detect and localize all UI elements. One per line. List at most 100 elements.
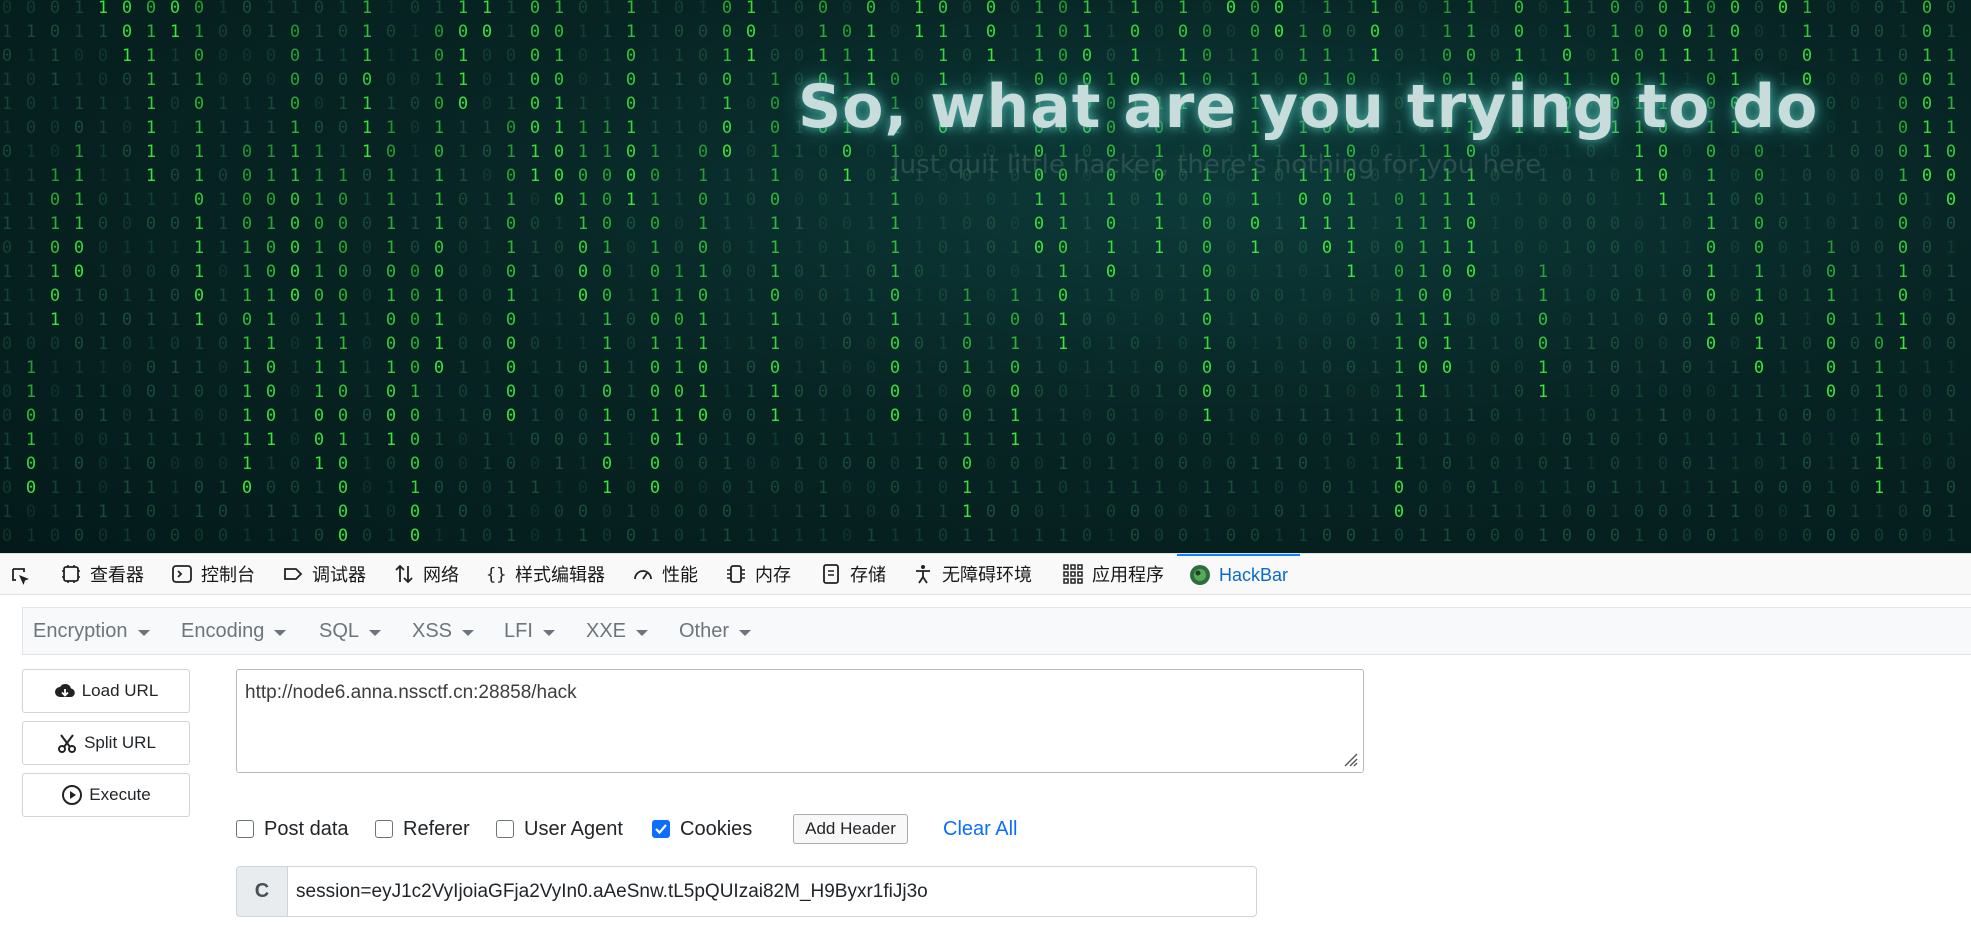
tab-label: 控制台 [201,565,255,585]
inspector-icon [62,565,80,583]
matrix-rain-column: 0 1 1 0 0 0 1 0 0 0 1 0 1 0 0 0 0 0 1 1 … [1825,0,1837,546]
matrix-rain-column: 0 1 1 1 1 1 1 1 1 0 1 0 1 1 1 0 0 1 1 0 … [145,0,157,546]
menu-lfi[interactable]: LFI [504,608,555,654]
tab-label: 无障碍环境 [942,565,1032,585]
cookie-input[interactable]: session=eyJ1c2VyIjoiaGFja2VyIn0.aAeSnw.t… [287,866,1257,917]
cookies-checkbox[interactable] [652,820,670,838]
cookie-field: C session=eyJ1c2VyIjoiaGFja2VyIn0.aAeSnw… [236,866,1257,917]
menu-sql[interactable]: SQL [319,608,382,654]
menu-other[interactable]: Other [679,608,752,654]
matrix-rain-column: 0 1 1 0 0 0 1 1 1 1 1 1 1 1 0 1 1 0 1 0 … [25,0,37,546]
menu-xxe[interactable]: XXE [586,608,649,654]
matrix-rain-column: 1 1 0 1 0 0 1 1 0 1 1 1 0 1 1 0 1 1 1 0 … [769,0,781,546]
matrix-rain-column: 1 1 1 1 1 1 1 0 0 0 1 0 0 1 1 1 0 1 1 0 … [601,0,613,546]
tab-performance[interactable]: 性能 [632,554,698,594]
cookies-option[interactable]: Cookies [652,815,752,843]
tab-label: 调试器 [312,565,366,585]
svg-text:{}: {} [486,565,506,585]
referer-checkbox[interactable] [375,820,393,838]
tab-label: 查看器 [90,565,144,585]
matrix-rain-column: 1 0 1 1 0 1 1 1 0 0 0 0 0 0 0 1 0 1 0 0 … [457,0,469,546]
add-header-button[interactable]: Add Header [793,814,908,844]
caret-down-icon [462,629,475,636]
storage-icon [823,564,839,584]
matrix-rain-column: 0 1 1 1 0 1 0 0 1 0 1 0 0 1 0 1 1 1 1 0 … [169,0,181,546]
caret-down-icon [369,629,382,636]
matrix-rain-column: 1 0 0 0 0 1 0 0 1 1 1 0 0 0 0 1 1 0 1 1 … [481,0,493,546]
debugger-icon [284,568,303,580]
tab-style-editor[interactable]: {} 样式编辑器 [485,554,605,594]
tab-label: 性能 [662,565,698,585]
caret-down-icon [274,629,287,636]
url-input[interactable]: http://node6.anna.nssctf.cn:28858/hack [236,669,1364,773]
menu-label: SQL [319,619,360,642]
matrix-rain-column: 0 1 0 1 0 1 1 1 0 1 1 1 0 1 1 1 0 0 1 0 … [193,0,205,546]
matrix-rain-column: 0 0 0 0 0 0 1 1 0 0 1 1 1 1 0 1 1 1 0 0 … [529,0,541,546]
matrix-rain-column: 0 0 1 0 1 1 0 0 1 0 0 1 1 1 0 1 1 1 1 1 … [1873,0,1885,546]
referer-label: Referer [403,817,470,840]
matrix-rain-column: 0 0 1 0 1 0 0 1 1 1 0 0 1 1 1 1 1 0 1 1 … [721,0,733,546]
user-agent-checkbox[interactable] [496,820,514,838]
tab-console[interactable]: 控制台 [171,554,255,594]
matrix-rain-column: 0 1 1 1 1 1 0 0 0 0 1 1 1 0 0 1 0 1 1 0 … [1945,0,1957,546]
cookie-prefix-label: C [236,866,288,917]
post-data-checkbox[interactable] [236,820,254,838]
menu-label: LFI [504,619,533,642]
braces-icon: {} [486,565,506,585]
page-subtitle: Just quit little hacker, there's nothing… [892,150,1542,180]
matrix-rain-column: 0 0 0 0 1 1 0 0 0 0 1 1 1 0 1 1 1 1 1 1 … [241,0,253,546]
user-agent-option[interactable]: User Agent [496,815,623,843]
user-agent-label: User Agent [524,817,623,840]
matrix-rain-column: 1 1 0 0 0 0 0 1 0 0 0 1 0 1 1 1 0 1 1 1 … [1897,0,1909,546]
matrix-rain-column: 1 0 1 1 0 1 0 1 0 1 1 0 1 1 1 0 1 0 0 0 … [745,0,757,546]
split-url-label: Split URL [84,733,156,752]
matrix-rain-column: 1 1 1 0 1 1 1 0 1 0 0 0 0 1 0 1 1 0 1 1 … [361,0,373,546]
memory-icon [727,565,745,583]
hackbar-menu-bar: Encryption Encoding SQL XSS LFI XXE Othe… [22,607,1971,655]
matrix-rain-column: 0 1 0 0 1 1 1 0 1 1 0 0 0 1 1 0 1 0 0 1 … [577,0,589,546]
tab-storage[interactable]: 存储 [820,554,886,594]
caret-down-icon [542,629,555,636]
accessibility-icon [916,565,930,584]
menu-xss[interactable]: XSS [412,608,475,654]
referer-option[interactable]: Referer [375,815,470,843]
tab-inspector[interactable]: 查看器 [60,554,144,594]
menu-label: Encryption [33,619,128,642]
matrix-rain-column: 1 1 0 0 1 1 1 1 0 1 0 0 1 1 1 0 0 0 1 1 … [265,0,277,546]
post-data-label: Post data [264,817,349,840]
console-icon [172,565,192,583]
menu-encryption[interactable]: Encryption [33,608,150,654]
matrix-rain-column: 1 0 1 0 1 1 0 1 1 1 1 0 1 0 0 1 0 0 1 0 … [385,0,397,546]
tab-hackbar[interactable]: HackBar [1177,554,1301,594]
matrix-rain-column: 1 0 1 0 1 0 1 1 0 0 0 0 0 1 1 1 0 0 1 0 … [337,0,349,546]
tab-application[interactable]: 应用程序 [1062,554,1164,594]
matrix-rain-column: 0 0 1 0 0 1 0 0 1 1 0 1 1 1 0 1 0 1 0 1 … [1849,0,1861,546]
post-data-option[interactable]: Post data [236,815,349,843]
resize-handle-icon[interactable] [1340,749,1358,767]
menu-encoding[interactable]: Encoding [181,608,287,654]
menu-label: Other [679,619,730,642]
tab-label: 内存 [755,565,791,585]
matrix-rain-column: 0 1 0 1 1 1 0 1 1 1 0 1 1 1 0 1 0 0 1 1 … [1,0,13,546]
clear-all-link[interactable]: Clear All [943,815,1017,843]
matrix-rain-column: 0 0 1 0 1 0 0 1 1 0 1 0 1 0 0 0 0 0 1 1 … [121,0,133,546]
matrix-rain-column: 1 1 0 1 1 0 1 0 1 0 1 0 1 0 0 0 0 0 1 0 … [505,0,517,546]
element-picker-icon[interactable] [10,566,32,588]
page-title: So, what are you trying to do [798,72,1819,142]
matrix-rain-column: 0 0 1 0 0 1 1 0 1 0 0 0 0 0 0 1 0 0 0 0 … [1921,0,1933,546]
tab-debugger[interactable]: 调试器 [282,554,366,594]
matrix-rain-column: 1 1 0 0 1 1 1 1 0 0 0 1 0 1 1 1 1 1 0 0 … [97,0,109,546]
matrix-rain-column: 0 1 1 0 0 0 1 1 1 0 1 1 0 1 1 1 1 0 0 1 … [313,0,325,546]
split-url-button[interactable]: Split URL [22,721,190,765]
tab-network[interactable]: 网络 [393,554,459,594]
tab-memory[interactable]: 内存 [725,554,791,594]
matrix-rain-column: 1 1 0 0 0 1 0 0 1 0 0 1 1 0 0 1 1 0 1 1 … [625,0,637,546]
caret-down-icon [137,629,150,636]
tab-accessibility[interactable]: 无障碍环境 [912,554,1032,594]
tab-label: 样式编辑器 [515,565,605,585]
load-url-button[interactable]: Load URL [22,669,190,713]
play-circle-icon [62,785,83,805]
caret-down-icon [636,629,649,636]
load-url-label: Load URL [81,681,159,700]
execute-button[interactable]: Execute [22,773,190,817]
